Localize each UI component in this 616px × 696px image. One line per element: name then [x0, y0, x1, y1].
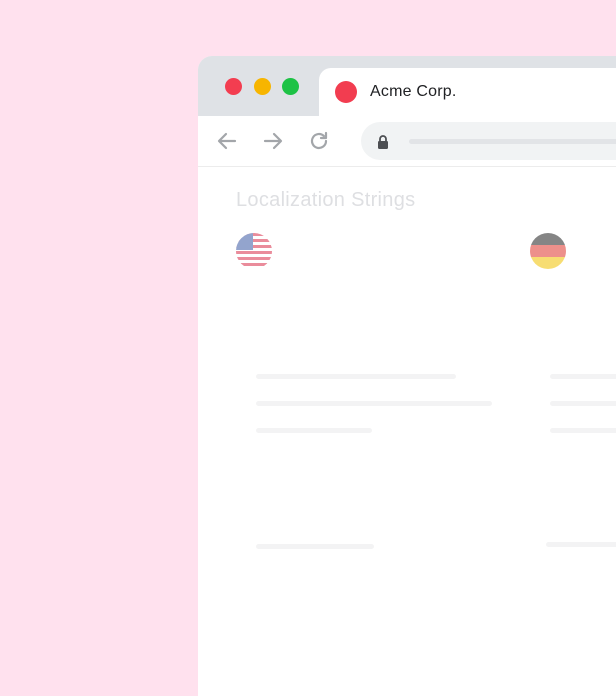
close-window-button[interactable]	[225, 78, 242, 95]
address-bar[interactable]	[361, 122, 616, 160]
us-meta-line	[256, 544, 374, 549]
back-button[interactable]	[214, 128, 240, 154]
us-text-line	[256, 401, 492, 406]
tab-bar: Acme Corp.	[198, 56, 616, 116]
url-placeholder	[409, 139, 616, 144]
de-flag-icon	[530, 233, 566, 269]
tab-title: Acme Corp.	[370, 83, 457, 100]
de-meta-line	[546, 542, 616, 547]
page-content: Localization Strings	[198, 167, 616, 696]
reload-icon	[310, 131, 328, 150]
reload-button[interactable]	[306, 128, 332, 154]
de-text-line	[550, 401, 616, 406]
lock-icon	[378, 135, 388, 149]
arrow-right-icon	[263, 132, 283, 150]
forward-button[interactable]	[260, 128, 286, 154]
browser-window: Acme Corp. Localization Strings	[198, 56, 616, 696]
browser-toolbar	[198, 116, 616, 167]
maximize-window-button[interactable]	[282, 78, 299, 95]
us-flag-icon	[236, 233, 272, 269]
us-text-line	[256, 428, 372, 433]
de-text-line	[550, 428, 616, 433]
browser-tab[interactable]: Acme Corp.	[319, 68, 616, 116]
minimize-window-button[interactable]	[254, 78, 271, 95]
de-text-line	[550, 374, 616, 379]
arrow-left-icon	[217, 132, 237, 150]
page-title: Localization Strings	[236, 189, 416, 211]
favicon-icon	[335, 81, 357, 103]
us-text-line	[256, 374, 456, 379]
